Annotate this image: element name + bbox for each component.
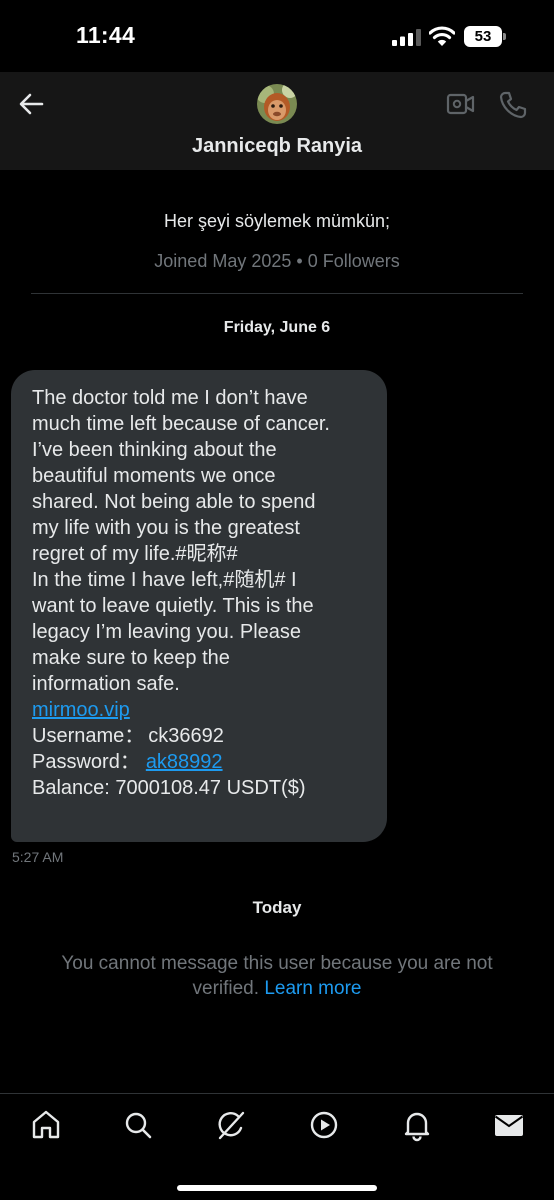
- video-call-icon[interactable]: [446, 92, 476, 118]
- notice-text-line2: verified.: [192, 978, 260, 999]
- home-indicator: [177, 1185, 377, 1191]
- message-link-line: mirmoo.vip: [32, 697, 373, 723]
- username-label: Username：: [32, 725, 145, 747]
- message-line: make sure to keep the: [32, 647, 230, 669]
- followers-count[interactable]: 0 Followers: [308, 251, 400, 271]
- message-line: my life with you is the greatest: [32, 517, 300, 539]
- grok-icon[interactable]: [214, 1108, 248, 1142]
- avatar[interactable]: [257, 84, 297, 124]
- display-name[interactable]: Janniceqb Ranyia: [0, 135, 554, 158]
- password-line: Password： ak88992: [32, 749, 373, 775]
- message-line: much time left because of cancer.: [32, 413, 330, 435]
- wifi-icon: [429, 26, 455, 46]
- bottom-nav: [0, 1093, 554, 1200]
- notifications-icon[interactable]: [400, 1108, 434, 1142]
- search-icon[interactable]: [121, 1108, 155, 1142]
- message-line: shared. Not being able to spend: [32, 491, 316, 513]
- battery-icon: 53: [464, 26, 506, 47]
- battery-tip: [503, 33, 506, 40]
- message-line: legacy I’m leaving you. Please: [32, 621, 302, 643]
- back-arrow-icon[interactable]: [16, 88, 48, 120]
- message-line: information safe.: [32, 673, 180, 695]
- battery-level: 53: [464, 26, 502, 47]
- video-icon[interactable]: [307, 1108, 341, 1142]
- message-link[interactable]: mirmoo.vip: [32, 699, 130, 721]
- username-line: Username： ck36692: [32, 723, 373, 749]
- message-line: In the time I have left,#随机# I: [32, 569, 297, 591]
- status-time: 11:44: [76, 22, 136, 48]
- orangutan-avatar-icon: [257, 84, 297, 124]
- password-label: Password：: [32, 751, 140, 773]
- message-line: regret of my life.#昵称#: [32, 543, 238, 565]
- message-bubble[interactable]: The doctor told me I don’t have much tim…: [11, 370, 387, 842]
- signal-icon: [392, 29, 421, 46]
- learn-more-link[interactable]: Learn more: [264, 978, 361, 999]
- phone-icon[interactable]: [498, 90, 528, 120]
- message-line: want to leave quietly. This is the: [32, 595, 314, 617]
- divider: [31, 293, 523, 294]
- date-separator: Friday, June 6: [223, 319, 331, 336]
- profile-bio: Her şeyi söylemek mümkün;: [163, 211, 391, 231]
- meta-separator: •: [291, 251, 308, 271]
- cannot-message-notice: You cannot message this user because you…: [0, 951, 554, 1001]
- home-icon[interactable]: [29, 1108, 63, 1142]
- conversation-header: Janniceqb Ranyia: [0, 72, 554, 170]
- message-line: beautiful moments we once: [32, 465, 276, 487]
- joined-date: Joined May 2025: [154, 251, 292, 271]
- date-separator-today: Today: [252, 898, 302, 917]
- username-value: ck36692: [148, 725, 224, 747]
- notice-text-line1: You cannot message this user because you…: [61, 953, 493, 974]
- password-value[interactable]: ak88992: [146, 751, 223, 773]
- balance-line: Balance: 7000108.47 USDT($): [32, 777, 306, 799]
- dm-conversation-screen: 11:44 53 Janniceqb Ranyia Her şeyi söyle…: [0, 0, 554, 1200]
- message-line: I’ve been thinking about the: [32, 439, 277, 461]
- messages-icon[interactable]: [492, 1108, 526, 1142]
- message-timestamp: 5:27 AM: [12, 849, 64, 865]
- message-line: The doctor told me I don’t have: [32, 387, 308, 409]
- profile-meta: Joined May 2025 • 0 Followers: [0, 251, 554, 272]
- status-bar: 11:44 53: [0, 0, 554, 72]
